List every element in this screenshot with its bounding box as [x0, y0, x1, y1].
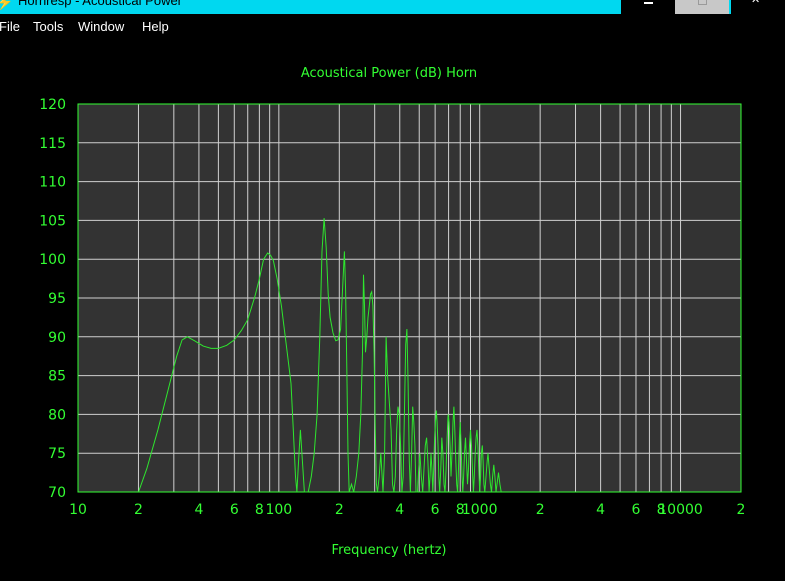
- y-axis-ticks: 70 75 80 85 90 95 100 105 110 115 120: [39, 97, 66, 501]
- y-tick-label: 95: [48, 291, 66, 307]
- y-tick-label: 85: [48, 369, 66, 385]
- x-tick-label: 2: [335, 502, 344, 518]
- x-tick-label: 4: [395, 502, 404, 518]
- x-tick-label: 10000: [658, 502, 703, 518]
- y-tick-label: 70: [48, 485, 66, 501]
- y-tick-label: 75: [48, 446, 66, 462]
- x-axis-label: Frequency (hertz): [332, 543, 447, 558]
- x-tick-label: 2: [737, 502, 746, 518]
- x-tick-label: 2: [536, 502, 545, 518]
- x-axis-ticks: 10 2 4 6 8 100 2 4 6 81000 2 4 6 810000 2: [69, 502, 745, 518]
- x-tick-label: 10: [69, 502, 87, 518]
- x-tick-label: 6: [431, 502, 440, 518]
- y-tick-label: 100: [39, 252, 66, 268]
- y-tick-label: 90: [48, 330, 66, 346]
- y-tick-label: 110: [39, 175, 66, 191]
- x-tick-label: 100: [265, 502, 292, 518]
- acoustical-power-chart: Acoustical Power (dB) Horn 70 75 80 85 90 95 1…: [39, 66, 745, 558]
- x-tick-label: 4: [596, 502, 605, 518]
- x-tick-label: 2: [134, 502, 143, 518]
- y-tick-label: 115: [39, 136, 66, 152]
- x-tick-label: 6: [632, 502, 641, 518]
- y-tick-label: 105: [39, 213, 66, 229]
- x-tick-label: 6: [230, 502, 239, 518]
- x-tick-label: 1000: [462, 502, 498, 518]
- x-tick-label: 4: [194, 502, 203, 518]
- y-tick-label: 120: [39, 97, 66, 113]
- x-tick-label: 8: [255, 502, 264, 518]
- chart-title: Acoustical Power (dB) Horn: [301, 66, 477, 81]
- y-tick-label: 80: [48, 407, 66, 423]
